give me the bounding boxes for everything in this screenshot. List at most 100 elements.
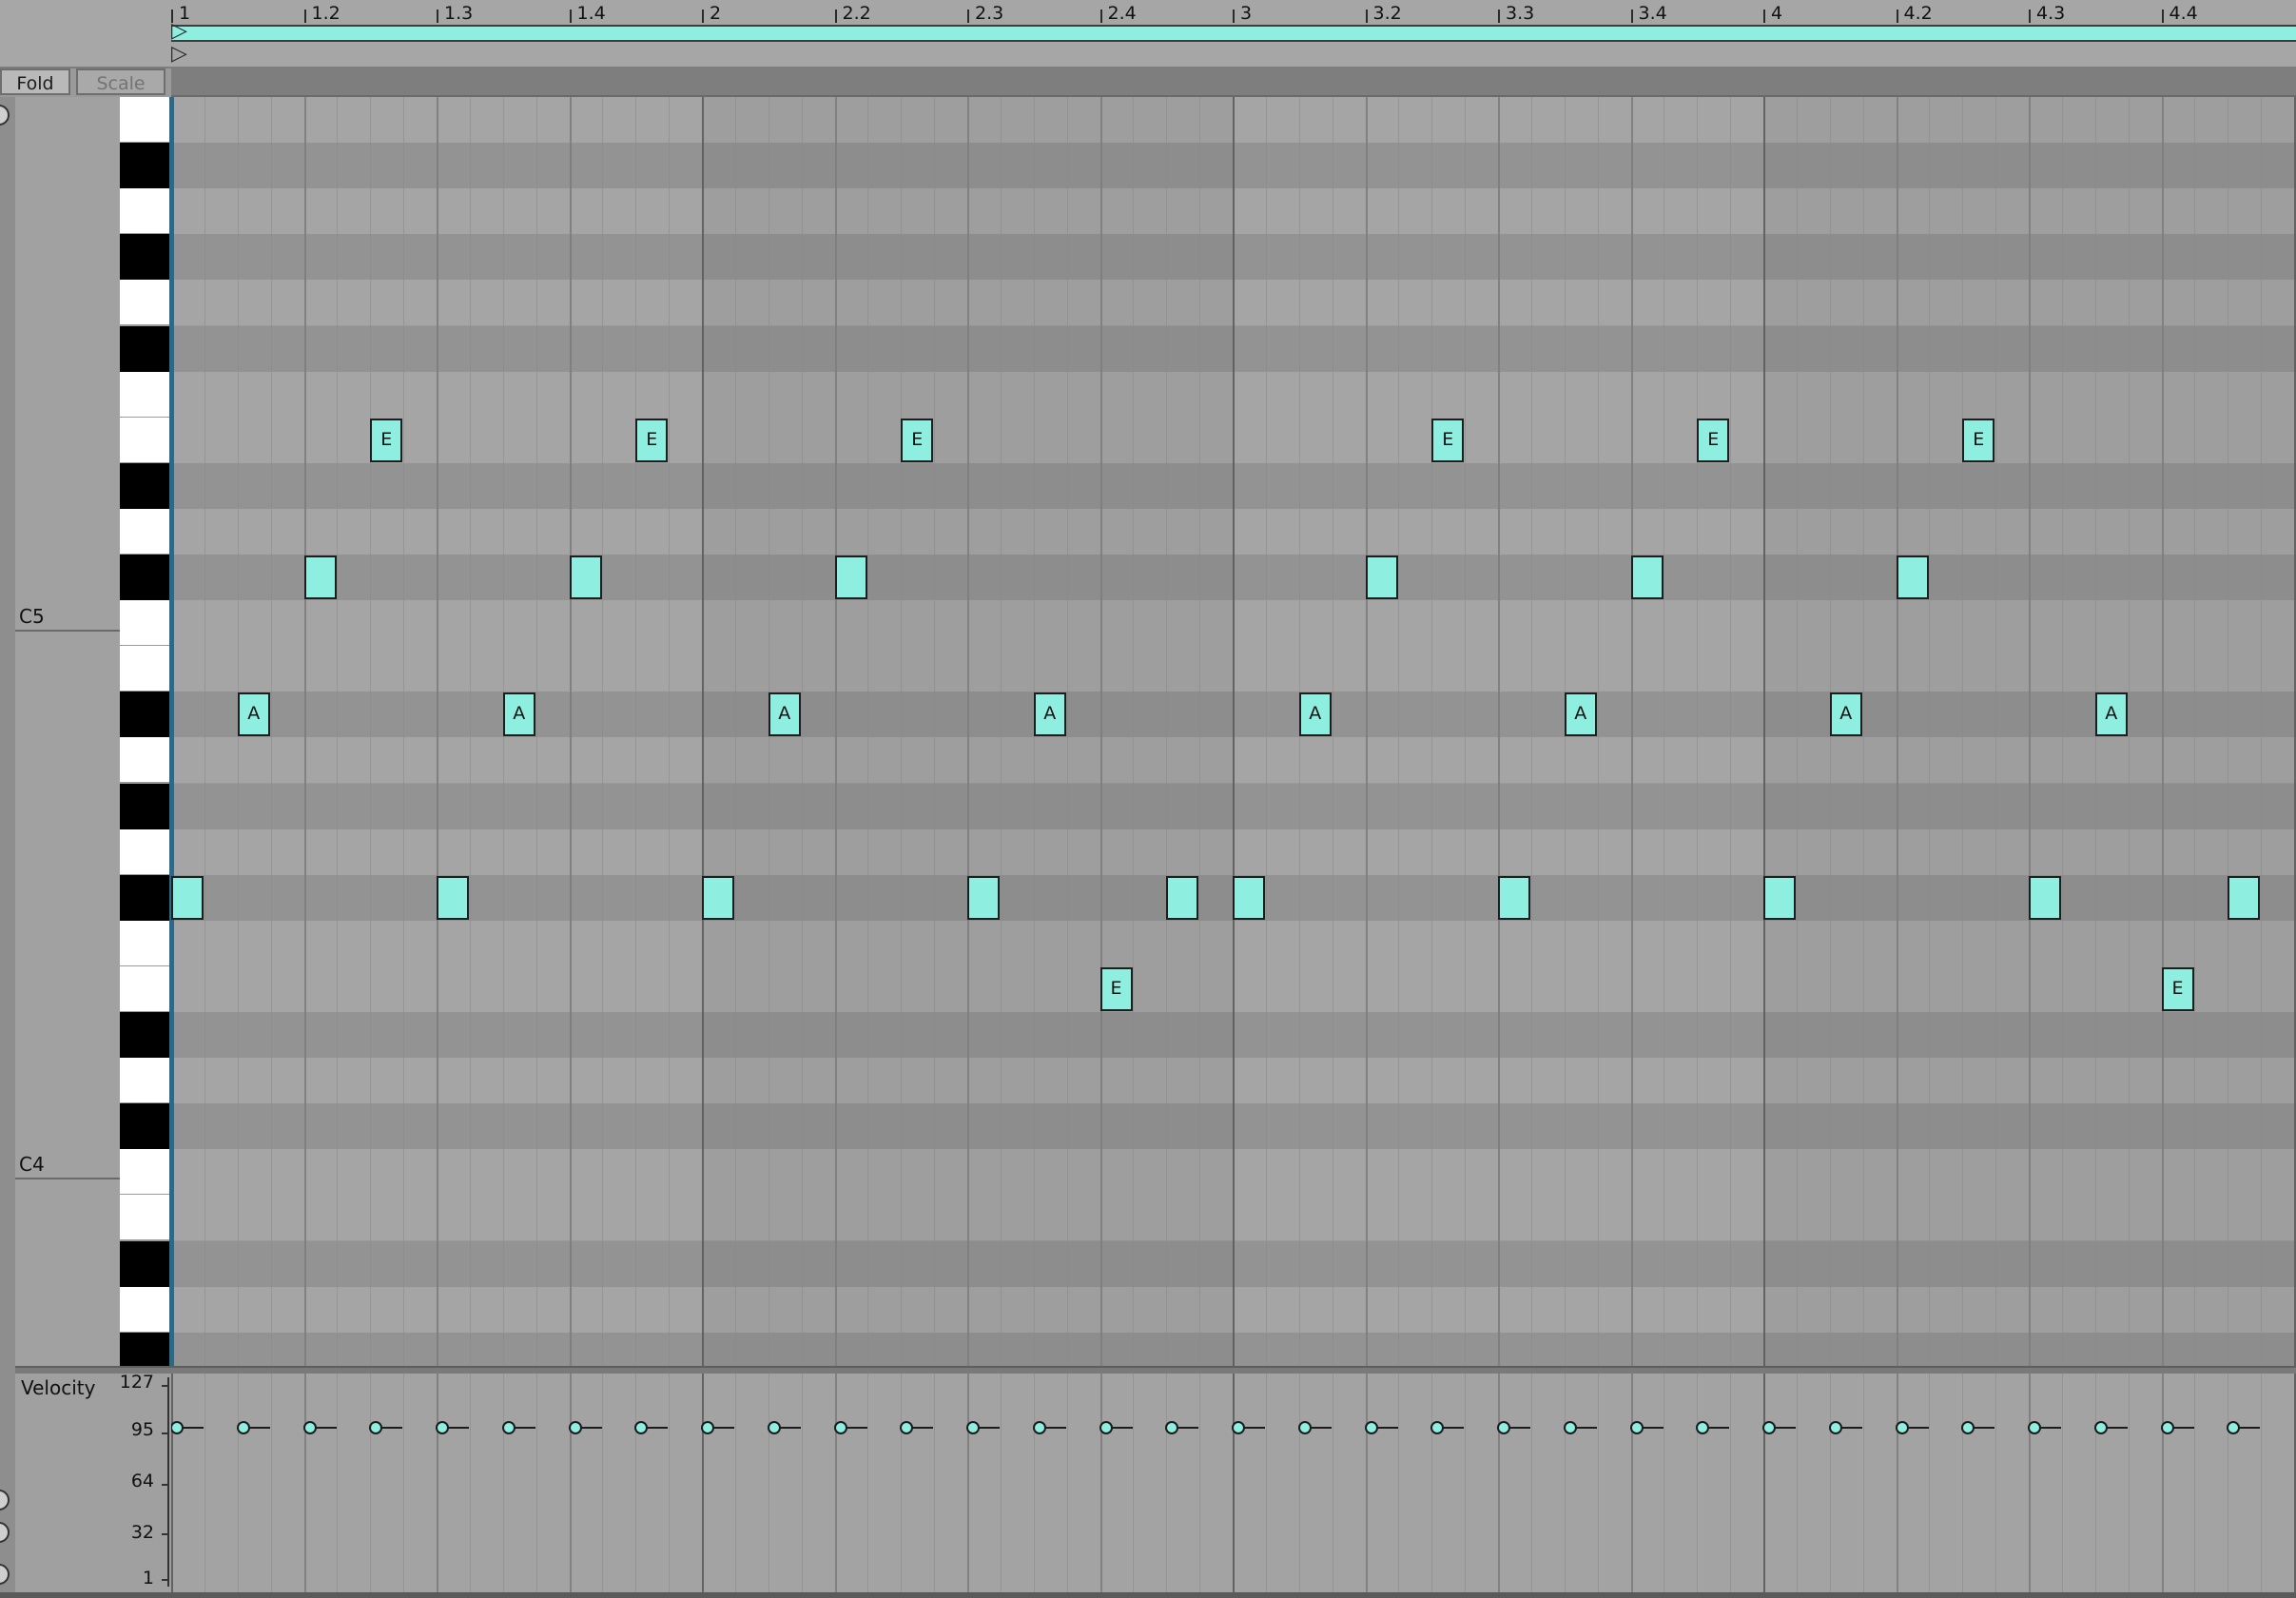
midi-note[interactable]: E xyxy=(370,418,403,462)
midi-note[interactable] xyxy=(1896,555,1929,600)
black-key[interactable] xyxy=(120,325,169,372)
midi-note[interactable] xyxy=(2029,875,2061,920)
lane-splitter[interactable] xyxy=(15,1366,2296,1374)
velocity-handle[interactable] xyxy=(634,1420,649,1434)
midi-note[interactable]: E xyxy=(1697,418,1730,462)
midi-note[interactable]: A xyxy=(768,692,801,737)
velocity-handle[interactable] xyxy=(2093,1420,2108,1434)
velocity-handle[interactable] xyxy=(1895,1420,1909,1434)
velocity-handle[interactable] xyxy=(501,1420,516,1434)
velocity-handle[interactable] xyxy=(966,1420,980,1434)
black-key[interactable] xyxy=(120,692,169,738)
piano-keyboard[interactable] xyxy=(120,97,171,1378)
midi-note[interactable] xyxy=(303,555,337,600)
midi-note[interactable] xyxy=(1166,875,1199,920)
white-key[interactable] xyxy=(120,646,169,692)
scale-button[interactable]: Scale xyxy=(76,68,165,95)
white-key[interactable] xyxy=(120,600,169,647)
midi-note[interactable] xyxy=(834,555,867,600)
white-key[interactable] xyxy=(120,920,169,966)
midi-note[interactable] xyxy=(1365,555,1398,600)
velocity-handle[interactable] xyxy=(236,1420,250,1434)
white-key[interactable] xyxy=(120,280,169,326)
white-key[interactable] xyxy=(120,371,169,418)
midi-note[interactable] xyxy=(1630,555,1664,600)
midi-note[interactable]: E xyxy=(1962,418,1995,462)
midi-note[interactable] xyxy=(437,875,469,920)
midi-note[interactable]: E xyxy=(635,418,669,462)
midi-note[interactable] xyxy=(1233,875,1265,920)
black-key[interactable] xyxy=(120,1103,169,1150)
velocity-handle[interactable] xyxy=(1430,1420,1445,1434)
midi-note[interactable]: A xyxy=(1829,692,1862,737)
black-key[interactable] xyxy=(120,143,169,189)
velocity-handle[interactable] xyxy=(2160,1420,2174,1434)
midi-note[interactable]: A xyxy=(2094,692,2128,737)
velocity-handle[interactable] xyxy=(369,1420,383,1434)
midi-note[interactable] xyxy=(1763,875,1796,920)
white-key[interactable] xyxy=(120,508,169,555)
velocity-handle[interactable] xyxy=(767,1420,781,1434)
velocity-lane[interactable] xyxy=(171,1374,2296,1592)
velocity-handle[interactable] xyxy=(1762,1420,1776,1434)
midi-note[interactable]: A xyxy=(502,692,535,737)
velocity-handle[interactable] xyxy=(2028,1420,2041,1434)
clip-header-strip[interactable] xyxy=(171,67,2296,97)
black-key[interactable] xyxy=(120,1012,169,1059)
velocity-handle[interactable] xyxy=(1165,1420,1179,1434)
fold-button[interactable]: Fold xyxy=(0,68,70,95)
velocity-handle[interactable] xyxy=(900,1420,914,1434)
white-key[interactable] xyxy=(120,188,169,235)
velocity-handle[interactable] xyxy=(833,1420,847,1434)
end-marker-icon[interactable]: ▷ xyxy=(171,44,187,65)
velocity-handle[interactable] xyxy=(1297,1420,1312,1434)
black-key[interactable] xyxy=(120,1240,169,1287)
midi-note[interactable]: E xyxy=(901,418,934,462)
velocity-handle[interactable] xyxy=(1696,1420,1710,1434)
white-key[interactable] xyxy=(120,965,169,1012)
velocity-handle[interactable] xyxy=(1497,1420,1510,1434)
black-key[interactable] xyxy=(120,462,169,509)
midi-note[interactable]: A xyxy=(1298,692,1332,737)
black-key[interactable] xyxy=(120,234,169,281)
midi-note[interactable]: E xyxy=(1099,966,1133,1011)
velocity-handle[interactable] xyxy=(302,1420,317,1434)
midi-note[interactable]: A xyxy=(237,692,270,737)
loop-brace[interactable] xyxy=(171,25,2296,42)
midi-note[interactable]: E xyxy=(1431,418,1465,462)
velocity-handle[interactable] xyxy=(1099,1420,1113,1434)
velocity-handle[interactable] xyxy=(171,1420,184,1434)
white-key[interactable] xyxy=(120,1058,169,1104)
midi-note[interactable] xyxy=(171,875,204,920)
velocity-handle[interactable] xyxy=(1563,1420,1577,1434)
velocity-handle[interactable] xyxy=(436,1420,449,1434)
velocity-handle[interactable] xyxy=(1629,1420,1644,1434)
note-grid[interactable]: A E A E A E A E A E A E A E A E xyxy=(171,97,2296,1366)
black-key[interactable] xyxy=(120,555,169,601)
midi-note[interactable] xyxy=(569,555,602,600)
black-key[interactable] xyxy=(120,783,169,829)
midi-note[interactable] xyxy=(2228,875,2261,920)
velocity-handle[interactable] xyxy=(1232,1420,1245,1434)
midi-note[interactable]: A xyxy=(1033,692,1066,737)
white-key[interactable] xyxy=(120,737,169,784)
velocity-handle[interactable] xyxy=(2227,1420,2241,1434)
white-key[interactable] xyxy=(120,828,169,875)
playhead[interactable] xyxy=(171,97,174,1366)
velocity-handle[interactable] xyxy=(1961,1420,1975,1434)
velocity-handle[interactable] xyxy=(1032,1420,1046,1434)
black-key[interactable] xyxy=(120,874,169,921)
white-key[interactable] xyxy=(120,1149,169,1196)
midi-note[interactable]: A xyxy=(1564,692,1597,737)
white-key[interactable] xyxy=(120,1286,169,1333)
midi-note[interactable]: E xyxy=(2161,966,2194,1011)
white-key[interactable] xyxy=(120,1195,169,1241)
velocity-handle[interactable] xyxy=(701,1420,714,1434)
velocity-handle[interactable] xyxy=(1364,1420,1378,1434)
velocity-handle[interactable] xyxy=(568,1420,582,1434)
white-key[interactable] xyxy=(120,97,169,144)
midi-note[interactable] xyxy=(1498,875,1530,920)
white-key[interactable] xyxy=(120,417,169,463)
midi-note[interactable] xyxy=(967,875,1000,920)
start-marker-icon[interactable]: ▷ xyxy=(171,21,187,42)
